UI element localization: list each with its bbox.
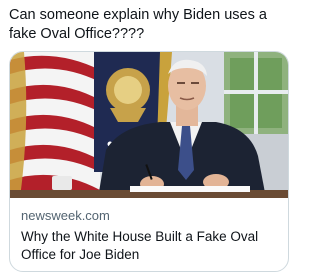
tweet-text: Can someone explain why Biden uses a fak… [9,7,267,42]
card-title[interactable]: Why the White House Built a Fake Oval Of… [21,228,279,264]
card-image[interactable] [10,52,288,198]
link-card[interactable]: newsweek.com Why the White House Built a… [9,51,289,272]
card-domain[interactable]: newsweek.com [21,208,110,223]
